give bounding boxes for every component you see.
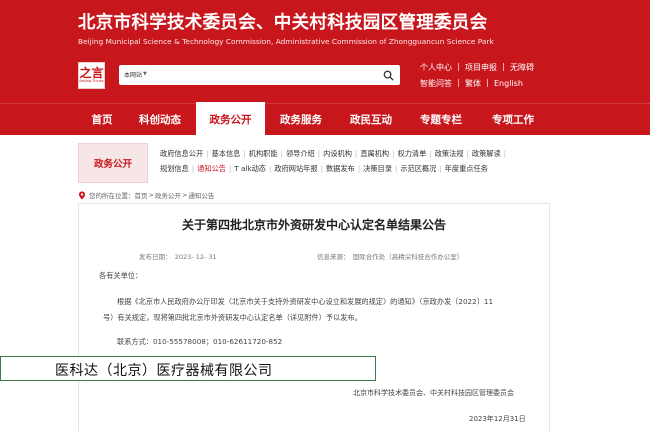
subnav-link[interactable]: 年度重点任务 (445, 164, 488, 173)
subnav-link[interactable]: 政府信息公开 (160, 149, 203, 158)
quick-links-row-2: 智能问答 繁体 English (420, 76, 550, 90)
search-button[interactable] (380, 67, 396, 83)
subnav-link[interactable]: T alk动态 (234, 164, 266, 173)
subnav-link[interactable]: 机构职能 (249, 149, 278, 158)
search-icon (383, 70, 394, 81)
subnav-link[interactable]: 内设机构 (323, 149, 352, 158)
article-body-line-1: 根据《北京市人民政府办公厅印发〈北京市关于支持外资研发中心设立和发展的规定〉的通… (117, 297, 494, 306)
breadcrumb-prefix: 您的所在位置： (89, 192, 135, 200)
breadcrumb-notices[interactable]: 通知公告 (188, 190, 214, 200)
article-body-line-2: 号）有关规定，现将第四批北京市外资研发中心认定名单（详见附件）予以发布。 (103, 313, 362, 322)
search-scope-select[interactable]: 本网站 (124, 70, 142, 79)
logo-mark: 之言 (79, 66, 104, 80)
article-signature: 北京市科学技术委员会、中关村科技园区管理委员会 (353, 389, 514, 397)
site-header: 北京市科学技术委员会、中关村科技园区管理委员会 Beijing Municipa… (0, 0, 650, 103)
search-box: 本网站 ▼ (119, 65, 400, 85)
article-title: 关于第四批北京市外资研发中心认定名单结果公告 (181, 218, 446, 232)
breadcrumb: 您的所在位置： 首页 > 政务公开 > 通知公告 (78, 190, 214, 200)
nav-home[interactable]: 首页 (78, 104, 126, 136)
quick-links-row-1: 个人中心 项目申报 无障碍 (420, 60, 550, 74)
nav-gov-services[interactable]: 政务服务 (268, 104, 334, 136)
main-nav: 首页 科创动态 政务公开 政务服务 政民互动 专题专栏 专项工作 (0, 102, 650, 136)
article-greeting: 各有关单位： (99, 271, 143, 280)
subnav-link[interactable]: 规划信息 (160, 164, 189, 173)
nav-sci-news[interactable]: 科创动态 (128, 104, 192, 136)
subnav-row: 规划信息 | 通知公告 | T alk动态 | 政府网站年报 | 数据发布 | 决策目录 | 示范区概况… (160, 164, 488, 173)
personal-center-link[interactable]: 个人中心 (420, 62, 452, 73)
chevron-down-icon[interactable]: ▼ (143, 71, 147, 77)
divider (458, 63, 459, 71)
divider (503, 63, 504, 71)
nav-special-work[interactable]: 专项工作 (478, 104, 548, 136)
subnav-link[interactable]: 政策解读 (472, 149, 501, 158)
subnav-link[interactable]: 决策目录 (363, 164, 392, 173)
company-name: 医科达（北京）医疗器械有限公司 (55, 363, 273, 379)
subnav-link[interactable]: 基本信息 (212, 149, 241, 158)
article-contact: 联系方式：010-55578008；010-62611720-852 (117, 337, 283, 346)
project-application-link[interactable]: 项目申报 (465, 62, 497, 73)
nav-gov-affairs-open[interactable]: 政务公开 (196, 102, 265, 136)
nav-special-topics[interactable]: 专题专栏 (408, 104, 474, 136)
site-title-en: Beijing Municipal Science & Technology C… (78, 37, 494, 46)
breadcrumb-gov-affairs[interactable]: 政务公开 (155, 190, 181, 200)
traditional-chinese-link[interactable]: 繁体 (465, 78, 481, 89)
subnav-link[interactable]: 政策法规 (435, 149, 464, 158)
site-title-cn: 北京市科学技术委员会、中关村科技园区管理委员会 (78, 13, 488, 33)
smart-qa-link[interactable]: 智能问答 (420, 78, 452, 89)
subnav-link[interactable]: 领导介绍 (286, 149, 315, 158)
nav-public-interaction[interactable]: 政民互动 (338, 104, 404, 136)
location-pin-icon (78, 190, 86, 200)
search-input[interactable] (151, 67, 371, 83)
publish-date: 发布日期： 2023- 12- 31 (139, 253, 217, 261)
sub-nav: 政务公开 政府信息公开 | 基本信息 | 机构职能 | 领导介绍 | 内设机构 | 直属机构 | 权力清… (78, 143, 550, 183)
divider (487, 79, 488, 87)
quick-links: 个人中心 项目申报 无障碍 智能问答 繁体 English (420, 60, 550, 92)
article-panel: 关于第四批北京市外资研发中心认定名单结果公告 发布日期： 2023- 12- 3… (78, 203, 550, 431)
accessibility-link[interactable]: 无障碍 (510, 62, 534, 73)
subnav-row: 政府信息公开 | 基本信息 | 机构职能 | 领导介绍 | 内设机构 | 直属机构 | 权力清单 | 政策法… (160, 149, 507, 158)
article-date: 2023年12月31日 (469, 415, 526, 423)
logo-sub: Beijing-Thinks (79, 79, 104, 83)
subnav-link[interactable]: 示范区概况 (400, 164, 436, 173)
subnav-link-notices[interactable]: 通知公告 (197, 164, 226, 173)
info-source: 信息来源： 国际合作处（高精尖科技合作办公室） (317, 253, 464, 261)
beijing-thinks-logo[interactable]: 之言 Beijing-Thinks (78, 62, 105, 89)
english-link[interactable]: English (494, 79, 523, 88)
breadcrumb-home[interactable]: 首页 (135, 190, 148, 200)
subnav-link[interactable]: 权力清单 (398, 149, 427, 158)
subnav-link[interactable]: 数据发布 (326, 164, 355, 173)
company-name-overlay: 医科达（北京）医疗器械有限公司 (0, 356, 376, 381)
subnav-title: 政务公开 (78, 143, 148, 183)
subnav-links: 政府信息公开 | 基本信息 | 机构职能 | 领导介绍 | 内设机构 | 直属机构 | 权力清单 | 政策法… (160, 146, 552, 176)
divider (458, 79, 459, 87)
subnav-link[interactable]: 直属机构 (360, 149, 389, 158)
subnav-link[interactable]: 政府网站年报 (274, 164, 317, 173)
